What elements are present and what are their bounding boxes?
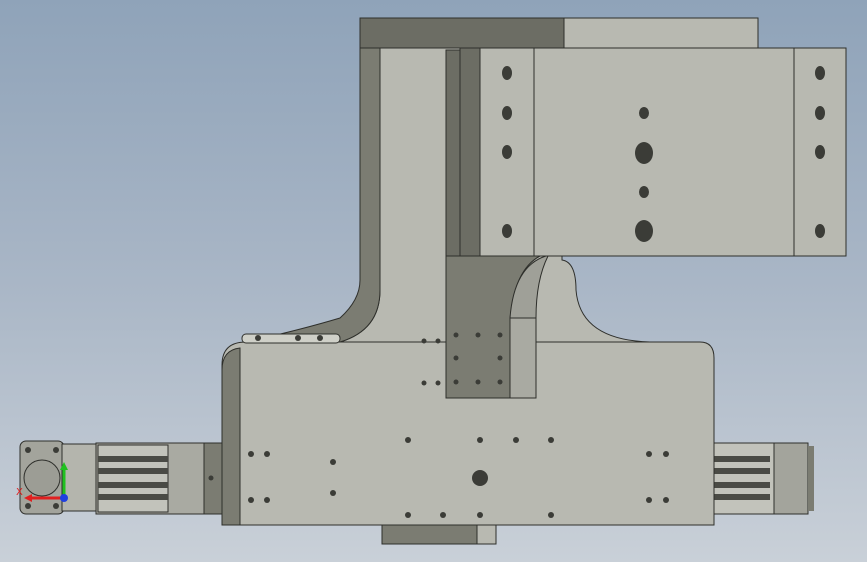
z-axis-dot xyxy=(60,494,68,502)
x-axis-label: X xyxy=(16,487,23,498)
cad-viewport[interactable]: X xyxy=(0,0,867,562)
cable-clips xyxy=(241,333,341,344)
right-actuator[interactable] xyxy=(713,442,814,515)
cad-model-drawing[interactable]: X xyxy=(0,0,867,562)
carriage-plate[interactable] xyxy=(459,47,847,257)
left-actuator[interactable] xyxy=(19,440,225,515)
